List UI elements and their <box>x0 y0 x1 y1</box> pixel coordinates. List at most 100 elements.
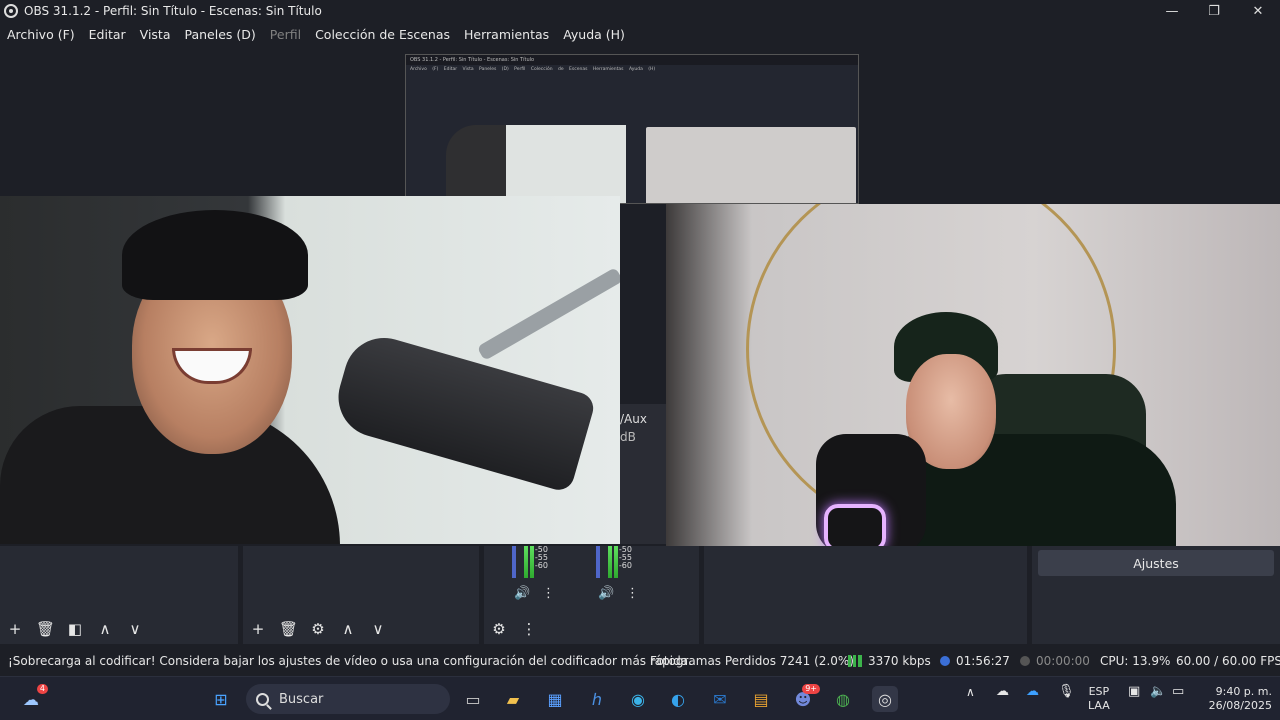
chrome-icon[interactable]: ◍ <box>830 686 856 712</box>
edge-browser-icon[interactable]: ◐ <box>665 686 691 712</box>
nested-cam <box>506 125 626 203</box>
tick-label: -60 <box>534 561 548 570</box>
file-explorer-icon[interactable]: ▰ <box>500 686 526 712</box>
webcam-source-2 <box>666 204 1280 550</box>
encoder-warning: ¡Sobrecarga al codificar! Considera baja… <box>8 654 692 668</box>
record-time-value: 00:00:00 <box>1036 654 1090 668</box>
add-scene-button[interactable]: + <box>6 620 24 638</box>
webcam-source-1 <box>0 196 620 544</box>
title-bar: OBS 31.1.2 - Perfil: Sin Título - Escena… <box>0 0 1280 22</box>
clock-date: 26/08/2025 <box>1208 699 1272 712</box>
docks-area: + 🗑 ◧ ∧ ∨ + 🗑 ⚙ ∧ ∨ ⚙ ⋮ Ajustes -50 -55 … <box>0 546 1280 646</box>
search-icon <box>256 692 269 706</box>
input-language[interactable]: ESP LAA <box>1088 685 1110 713</box>
menu-ayuda[interactable]: Ayuda (H) <box>556 27 632 42</box>
stream-time-value: 01:56:27 <box>956 654 1010 668</box>
volume-icon[interactable]: 🔊 <box>514 586 530 601</box>
onedrive-icon[interactable]: ☁ <box>1026 685 1039 699</box>
menu-archivo[interactable]: Archivo (F) <box>0 27 82 42</box>
network-icon[interactable]: ▣ <box>1128 685 1140 699</box>
speaker-icon[interactable]: 🔈 <box>1150 685 1166 699</box>
battery-icon[interactable]: ▭ <box>1172 685 1184 699</box>
settings-button[interactable]: Ajustes <box>1038 550 1274 576</box>
add-source-button[interactable]: + <box>249 620 267 638</box>
mixer-channel-mic: -50 -55 -60 🔊 ⋮ <box>570 546 639 626</box>
office-app-icon[interactable]: ▤ <box>748 686 774 712</box>
preview-canvas[interactable]: OBS 31.1.2 - Perfil: Sin Título - Escena… <box>0 46 1280 550</box>
mixer-fragment-label: /Aux <box>620 412 647 426</box>
microphone <box>816 434 926 550</box>
hp-app-icon[interactable]: ℎ <box>584 686 610 712</box>
menu-editar[interactable]: Editar <box>82 27 133 42</box>
meter-ticks: -50 -55 -60 <box>600 546 632 570</box>
menu-bar: Archivo (F) Editar Vista Paneles (D) Per… <box>0 22 1280 46</box>
nested-cam2 <box>646 127 856 203</box>
obs-taskbar-icon[interactable]: ◎ <box>872 686 898 712</box>
mixer-fragment: /Aux dB <box>620 404 666 544</box>
language-code: ESP <box>1088 685 1110 698</box>
status-bar: ¡Sobrecarga al codificar! Considera baja… <box>0 646 1280 676</box>
tick-label: -60 <box>618 561 632 570</box>
close-button[interactable]: ✕ <box>1236 0 1280 22</box>
maximize-button[interactable]: ❐ <box>1192 0 1236 22</box>
mic-arm <box>476 267 620 361</box>
move-scene-down-button[interactable]: ∨ <box>126 620 144 638</box>
stream-time: 01:56:27 <box>940 654 1010 668</box>
record-time: 00:00:00 <box>1020 654 1090 668</box>
tray-overflow-icon[interactable]: ∧ <box>966 685 975 699</box>
bitrate-value: 3370 kbps <box>868 654 931 668</box>
menu-vista[interactable]: Vista <box>133 27 178 42</box>
move-source-down-button[interactable]: ∨ <box>369 620 387 638</box>
discord-badge: 9+ <box>802 684 820 694</box>
clock-time: 9:40 p. m. <box>1215 685 1272 698</box>
streaming-icon <box>940 656 950 666</box>
menu-herramientas[interactable]: Herramientas <box>457 27 556 42</box>
nested-title: OBS 31.1.2 - Perfil: Sin Título - Escena… <box>406 55 858 65</box>
mixer-channel-desktop: -50 -55 -60 🔊 ⋮ <box>484 546 555 626</box>
window-title: OBS 31.1.2 - Perfil: Sin Título - Escena… <box>24 4 322 18</box>
channel-menu-icon[interactable]: ⋮ <box>626 586 639 601</box>
volume-icon[interactable]: 🔊 <box>598 586 614 601</box>
taskbar-search[interactable]: Buscar <box>246 684 450 714</box>
cap <box>122 210 308 300</box>
scenes-toolbar: + 🗑 ◧ ∧ ∨ <box>0 614 238 644</box>
controls-dock: Ajustes <box>1032 546 1280 644</box>
clock[interactable]: 9:40 p. m. 26/08/2025 <box>1200 685 1272 713</box>
dropped-frames: Fotogramas Perdidos 7241 (2.0%) <box>650 654 854 668</box>
scene-filters-button[interactable]: ◧ <box>66 620 84 638</box>
move-scene-up-button[interactable]: ∧ <box>96 620 114 638</box>
edge-icon[interactable]: ◉ <box>625 686 651 712</box>
windows-taskbar: ☁ 4 ⊞ Buscar ▭ ▰ ▦ ℎ ◉ ◐ ✉ ▤ ☻ 9+ ◍ ◎ ∧ ☁ … <box>0 676 1280 720</box>
menu-paneles[interactable]: Paneles (D) <box>178 27 263 42</box>
transitions-dock <box>704 546 1027 644</box>
meter-ticks: -50 -55 -60 <box>516 546 548 570</box>
sources-dock: + 🗑 ⚙ ∧ ∨ <box>243 546 479 644</box>
obs-logo-icon <box>4 4 18 18</box>
weather-badge: 4 <box>36 684 48 694</box>
channel-menu-icon[interactable]: ⋮ <box>542 586 555 601</box>
cloud-icon[interactable]: ☁ <box>996 685 1009 699</box>
weather-icon[interactable]: ☁ 4 <box>18 684 48 712</box>
source-settings-button[interactable]: ⚙ <box>309 620 327 638</box>
outlook-icon[interactable]: ✉ <box>707 686 733 712</box>
discord-icon[interactable]: ☻ 9+ <box>790 684 820 712</box>
remove-scene-button[interactable]: 🗑 <box>36 620 55 638</box>
microphone-icon[interactable]: 🎙 <box>1058 685 1075 699</box>
menu-coleccion-escenas[interactable]: Colección de Escenas <box>308 27 457 42</box>
microsoft-store-icon[interactable]: ▦ <box>542 686 568 712</box>
mixer-channels: -50 -55 -60 🔊 ⋮ -50 -55 -60 🔊 ⋮ <box>484 546 698 644</box>
nested-menu: Archivo (F) Editar Vista Paneles (D) Per… <box>410 67 656 72</box>
minimize-button[interactable]: — <box>1150 0 1194 22</box>
menu-perfil: Perfil <box>269 26 302 42</box>
task-view-icon[interactable]: ▭ <box>460 686 486 712</box>
remove-source-button[interactable]: 🗑 <box>279 620 298 638</box>
search-placeholder: Buscar <box>279 691 324 707</box>
sources-toolbar: + 🗑 ⚙ ∧ ∨ <box>243 614 479 644</box>
microphone <box>329 328 597 494</box>
mixer-fragment-db: dB <box>620 430 636 444</box>
windows-start-icon[interactable]: ⊞ <box>208 686 234 712</box>
recording-icon <box>1020 656 1030 666</box>
move-source-up-button[interactable]: ∧ <box>339 620 357 638</box>
scenes-dock: + 🗑 ◧ ∧ ∨ <box>0 546 238 644</box>
bitrate: 3370 kbps <box>848 654 931 668</box>
